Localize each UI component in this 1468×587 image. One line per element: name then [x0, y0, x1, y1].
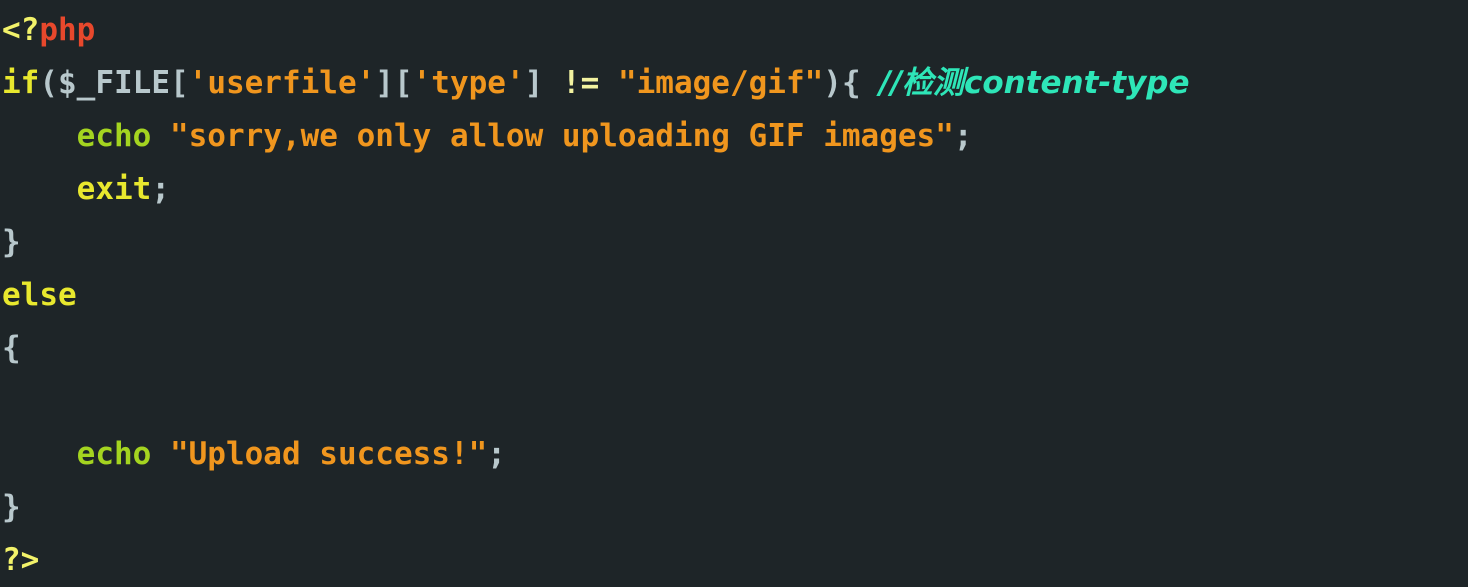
- space-before-operator: [543, 65, 562, 101]
- if-keyword: if: [2, 65, 40, 101]
- array-key-userfile: 'userfile': [188, 65, 376, 101]
- php-close-tag: ?>: [2, 542, 40, 578]
- error-message-string: "sorry,we only allow uploading GIF image…: [169, 118, 954, 154]
- success-message-string: "Upload success!": [169, 436, 488, 472]
- space-line-3: [151, 118, 170, 154]
- code-line-6: else: [0, 269, 1468, 322]
- semicolon-line-3: ;: [953, 118, 973, 154]
- array-key-type: 'type': [412, 65, 525, 101]
- file-superglobal-variable: $_FILE: [58, 65, 170, 101]
- php-open-tag: <?: [2, 12, 40, 48]
- semicolon-line-4: ;: [151, 171, 170, 207]
- not-equal-operator: !=: [561, 65, 600, 101]
- code-line-3: echo "sorry,we only allow uploading GIF …: [0, 110, 1468, 163]
- space-after-operator: [599, 65, 618, 101]
- indent-line-3: [2, 118, 77, 154]
- code-line-10: ?>: [0, 534, 1468, 587]
- mime-type-literal: "image/gif": [617, 65, 824, 101]
- echo-keyword-1: echo: [76, 118, 152, 154]
- indent-line-4: [2, 171, 77, 207]
- code-line-5: }: [0, 216, 1468, 269]
- code-viewer: <?php if($_FILE['userfile']['type'] != "…: [0, 0, 1468, 578]
- code-line-2: if($_FILE['userfile']['type'] != "image/…: [0, 57, 1468, 110]
- inline-comment: //检测content-type: [879, 65, 1190, 101]
- bracket-open-2: [: [393, 65, 413, 101]
- space-before-comment: [861, 65, 880, 101]
- semicolon-line-8: ;: [487, 436, 506, 472]
- code-line-9: }: [0, 481, 1468, 534]
- exit-keyword: exit: [76, 171, 152, 207]
- code-line-4: exit;: [0, 163, 1468, 216]
- brace-close-if: }: [2, 224, 21, 260]
- indent-line-8: [2, 436, 77, 472]
- brace-open-else: {: [2, 330, 21, 366]
- paren-close: ): [823, 65, 842, 101]
- code-line-7: {: [0, 322, 1468, 375]
- space-line-8: [151, 436, 170, 472]
- bracket-close-2: ]: [524, 65, 544, 101]
- bracket-close-1: ]: [375, 65, 394, 101]
- brace-open-if: {: [841, 65, 861, 101]
- bracket-open-1: [: [169, 65, 189, 101]
- code-line-8: echo "Upload success!";: [0, 428, 1468, 481]
- else-keyword: else: [2, 277, 77, 313]
- code-line-1: <?php: [0, 4, 1468, 57]
- brace-close-else: }: [2, 489, 21, 525]
- echo-keyword-2: echo: [76, 436, 152, 472]
- php-keyword-word: php: [39, 12, 96, 48]
- paren-open: (: [39, 65, 58, 101]
